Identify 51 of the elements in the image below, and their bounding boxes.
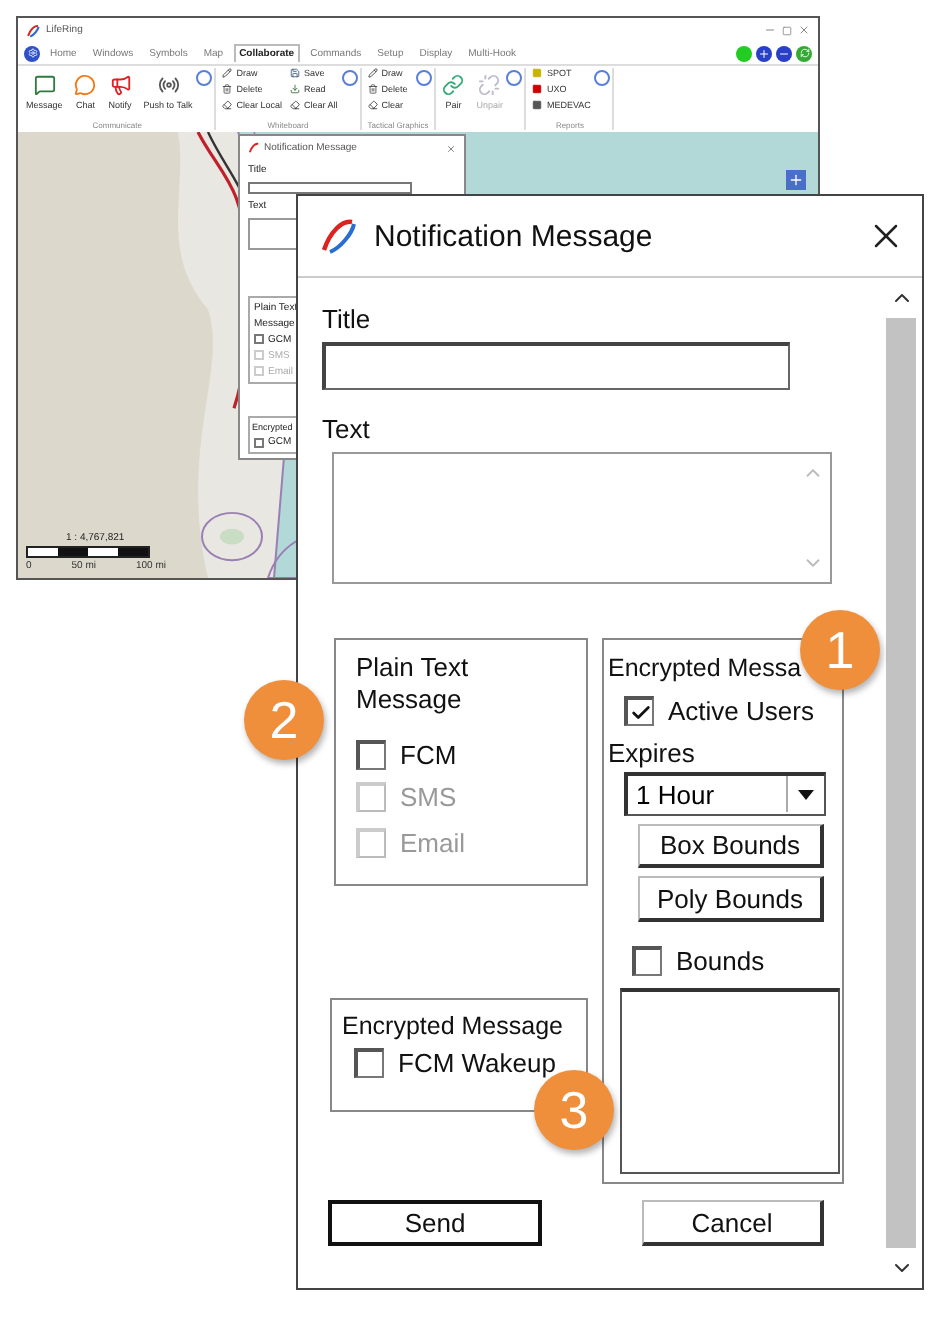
logo-icon [248,142,260,155]
bounds-button[interactable]: Box Bounds [638,823,824,869]
ribbon-icon [74,74,97,96]
callout-badge: 2 [244,680,324,760]
expires-dropdown[interactable]: 1 Hour [624,772,826,816]
scale-bar [26,546,150,558]
tool-icon [289,68,300,78]
list-box[interactable] [620,987,840,1175]
title-field[interactable] [322,342,790,390]
plus-icon[interactable] [756,45,772,61]
bounds-button[interactable]: Poly Bounds [638,876,824,922]
ribbon-icon [33,74,56,96]
ribbon-icon [442,74,465,96]
maximize-icon[interactable] [782,25,792,35]
field-label: Text [322,414,372,444]
expand-icon[interactable] [341,70,358,86]
dropdown-arrow-icon [798,789,814,800]
dialog-title: Notification Message [374,219,653,253]
ribbon-icon [157,74,179,96]
expand-icon[interactable] [196,70,213,86]
expand-icon[interactable] [594,70,611,86]
group-title: Plain Text Message [356,652,471,716]
send-button[interactable]: Send [328,1200,542,1246]
checkbox[interactable]: FCM [356,740,566,770]
tool-icon [222,84,233,94]
cancel-button[interactable]: Cancel [642,1200,824,1246]
checkbox[interactable]: Bounds [632,945,838,976]
input-field[interactable] [248,181,412,194]
tool-icon [367,100,378,110]
ribbon-icon [478,74,501,96]
tool-icon [289,84,300,94]
minus-icon[interactable] [776,45,792,61]
group-title: Encrypted Messa [608,652,804,684]
tool-icon [367,68,378,78]
zoom-button[interactable] [786,170,806,190]
tool-icon [367,84,378,94]
logo-icon [318,216,358,256]
group-title: Encrypted Message [342,1010,565,1042]
check-icon [629,701,651,723]
field-label: Expires [608,738,697,768]
tool-icon [222,100,233,110]
expand-icon[interactable] [416,70,433,86]
status-dot [736,45,752,61]
tool-icon [289,100,300,110]
logo-icon [26,23,40,37]
app-menu-icon[interactable] [24,45,40,61]
checkbox[interactable]: Active Users [624,696,838,726]
expand-icon[interactable] [506,70,523,86]
field-label: Title [322,304,373,334]
ribbon-icon [109,74,132,96]
tool-icon [222,68,233,78]
